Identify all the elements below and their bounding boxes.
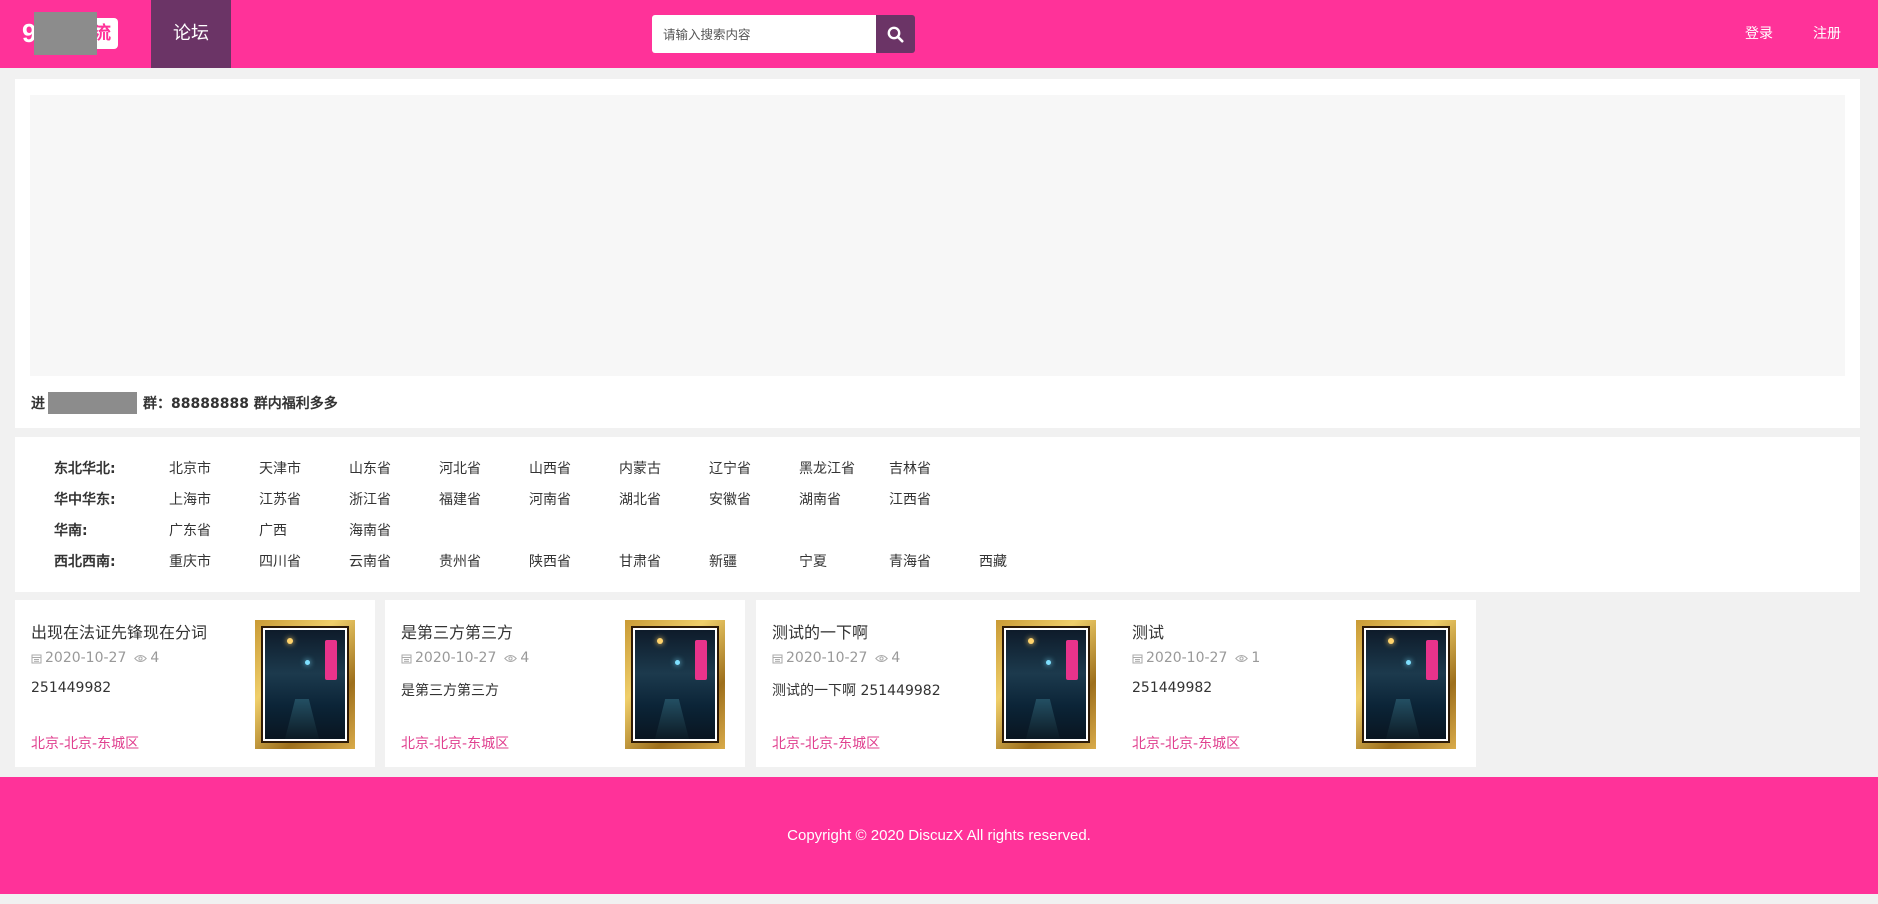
post-title[interactable]: 测试: [1132, 619, 1164, 643]
region-city[interactable]: 江苏省: [259, 488, 301, 512]
post-location[interactable]: 北京-北京-东城区: [401, 733, 509, 753]
region-city[interactable]: 江西省: [889, 488, 931, 512]
post-title[interactable]: 测试的一下啊: [772, 619, 868, 643]
site-footer: Copyright © 2020 DiscuzX All rights rese…: [0, 777, 1878, 894]
banner-placeholder: [30, 95, 1845, 376]
post-title[interactable]: 出现在法证先锋现在分词: [31, 619, 207, 643]
region-city[interactable]: 青海省: [889, 550, 931, 574]
region-label: 西北西南:: [54, 554, 116, 570]
region-city[interactable]: 重庆市: [169, 550, 211, 574]
post-thumbnail[interactable]: [996, 620, 1096, 749]
region-city[interactable]: 云南省: [349, 550, 391, 574]
region-city[interactable]: 新疆: [709, 550, 737, 574]
top-header: 9 流 论坛 登录 注册: [0, 0, 1878, 68]
region-city[interactable]: 广西: [259, 519, 287, 543]
region-city[interactable]: 四川省: [259, 550, 301, 574]
region-city[interactable]: 北京市: [169, 457, 211, 481]
region-city[interactable]: 陕西省: [529, 550, 571, 574]
post-views-count: 4: [150, 650, 160, 666]
search-button[interactable]: [876, 15, 915, 53]
search-icon: [887, 26, 904, 42]
post-thumbnail[interactable]: [1356, 620, 1456, 749]
post-date: 2020-10-27: [786, 650, 868, 666]
region-city[interactable]: 上海市: [169, 488, 211, 512]
post-views: 1: [1235, 650, 1260, 666]
region-city[interactable]: 贵州省: [439, 550, 481, 574]
post-views-count: 4: [520, 650, 530, 666]
region-label: 华中华东:: [54, 492, 116, 508]
region-city[interactable]: 西藏: [979, 550, 1007, 574]
post-location[interactable]: 北京-北京-东城区: [1132, 733, 1240, 753]
region-city[interactable]: 福建省: [439, 488, 481, 512]
post-location[interactable]: 北京-北京-东城区: [31, 733, 139, 753]
post-date: 2020-10-27: [415, 650, 497, 666]
region-city[interactable]: 湖南省: [799, 488, 841, 512]
post-thumbnail[interactable]: [255, 620, 355, 749]
post-thumbnail[interactable]: [625, 620, 725, 749]
post-title[interactable]: 是第三方第三方: [401, 619, 513, 643]
post-meta: 2020-10-27 1: [1132, 650, 1260, 666]
notice-prefix: 进: [31, 396, 45, 412]
region-city[interactable]: 辽宁省: [709, 457, 751, 481]
footer-copyright: Copyright © 2020 DiscuzX All rights rese…: [787, 827, 1091, 844]
search-input[interactable]: [652, 15, 877, 53]
region-city[interactable]: 河北省: [439, 457, 481, 481]
region-city[interactable]: 安徽省: [709, 488, 751, 512]
calendar-icon: [401, 654, 412, 663]
login-link[interactable]: 登录: [1745, 0, 1773, 68]
calendar-icon: [772, 654, 783, 663]
post-meta: 2020-10-27 4: [401, 650, 529, 666]
region-city[interactable]: 湖北省: [619, 488, 661, 512]
post-card[interactable]: 测试的一下啊 2020-10-27 4 测试的一下啊 251449982 北京-…: [756, 600, 1116, 767]
post-card[interactable]: 出现在法证先锋现在分词 2020-10-27 4 251449982 北京-北京…: [15, 600, 375, 767]
post-views: 4: [504, 650, 529, 666]
region-city[interactable]: 海南省: [349, 519, 391, 543]
calendar-icon: [31, 654, 42, 663]
post-excerpt: 测试的一下啊 251449982: [772, 683, 941, 699]
post-views: 4: [134, 650, 159, 666]
redaction-block: [34, 12, 97, 55]
region-label: 东北华北:: [54, 461, 116, 477]
region-city[interactable]: 天津市: [259, 457, 301, 481]
post-location[interactable]: 北京-北京-东城区: [772, 733, 880, 753]
region-city[interactable]: 宁夏: [799, 550, 827, 574]
post-excerpt: 是第三方第三方: [401, 683, 499, 699]
region-city[interactable]: 浙江省: [349, 488, 391, 512]
region-city[interactable]: 山西省: [529, 457, 571, 481]
nav-item-forum[interactable]: 论坛: [151, 0, 231, 68]
region-city[interactable]: 山东省: [349, 457, 391, 481]
post-excerpt: 251449982: [31, 680, 112, 696]
post-meta: 2020-10-27 4: [31, 650, 159, 666]
region-city[interactable]: 河南省: [529, 488, 571, 512]
post-excerpt: 251449982: [1132, 680, 1213, 696]
region-city[interactable]: 黑龙江省: [799, 457, 855, 481]
eye-icon: [504, 654, 518, 662]
post-card[interactable]: 是第三方第三方 2020-10-27 4 是第三方第三方 北京-北京-东城区: [385, 600, 745, 767]
post-views: 4: [875, 650, 900, 666]
eye-icon: [134, 654, 148, 662]
site-logo[interactable]: 9 流: [22, 12, 118, 55]
post-date: 2020-10-27: [45, 650, 127, 666]
region-filter: 东北华北: 北京市 天津市 山东省 河北省 山西省 内蒙古 辽宁省 黑龙江省 吉…: [15, 437, 1860, 592]
search-bar: [652, 15, 915, 53]
eye-icon: [875, 654, 889, 662]
post-card[interactable]: 测试 2020-10-27 1 251449982 北京-北京-东城区: [1116, 600, 1476, 767]
redaction-block: [48, 392, 137, 414]
post-views-count: 4: [891, 650, 901, 666]
post-views-count: 1: [1251, 650, 1261, 666]
region-label: 华南:: [54, 523, 88, 539]
region-city[interactable]: 内蒙古: [619, 457, 661, 481]
post-date: 2020-10-27: [1146, 650, 1228, 666]
region-city[interactable]: 广东省: [169, 519, 211, 543]
eye-icon: [1235, 654, 1249, 662]
notice-text: 群：88888888 群内福利多多: [143, 396, 338, 412]
calendar-icon: [1132, 654, 1143, 663]
banner-card: 进 群：88888888 群内福利多多: [15, 79, 1860, 428]
post-meta: 2020-10-27 4: [772, 650, 900, 666]
region-city[interactable]: 甘肃省: [619, 550, 661, 574]
region-city[interactable]: 吉林省: [889, 457, 931, 481]
register-link[interactable]: 注册: [1813, 0, 1841, 68]
